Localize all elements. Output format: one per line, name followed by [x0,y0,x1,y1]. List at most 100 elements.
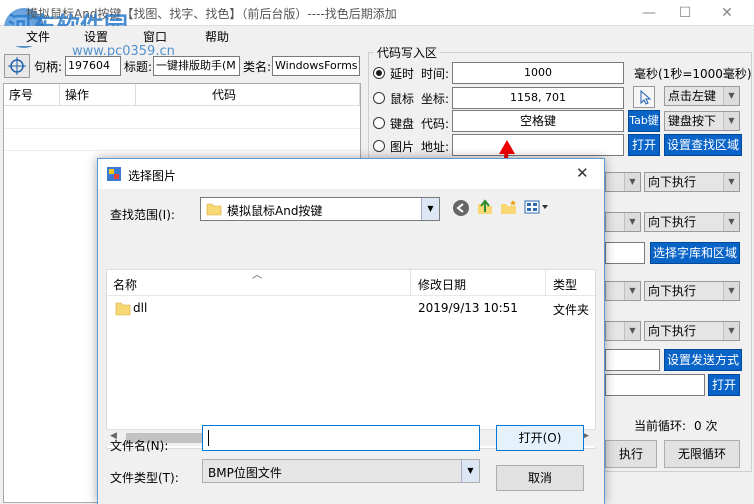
dialog-title-bar: 选择图片 ✕ [98,159,604,189]
filename-label: 文件名(N): [110,439,169,453]
column-divider [410,270,411,296]
radio-delay[interactable] [373,67,385,79]
menu-help[interactable]: 帮助 [205,28,229,45]
chevron-down-icon: ▼ [461,460,479,482]
radio-mouse[interactable] [373,92,385,104]
file-row[interactable]: dll 2019/9/13 10:51 文件夹 [107,296,595,320]
open-file-button[interactable]: 打开 [708,374,740,396]
column-header-type[interactable]: 类型 [553,276,577,293]
execute-button[interactable]: 执行 [605,440,657,468]
column-header-index[interactable]: 序号 [4,84,60,106]
chevron-down-icon: ▼ [624,173,640,191]
handle-label: 句柄: [34,60,63,74]
dialog-cancel-button[interactable]: 取消 [496,465,584,491]
folder-icon [206,203,222,216]
exec-mode-select-3[interactable]: 向下执行 ▼ [644,281,740,301]
handle-field[interactable]: 197604 [65,56,121,76]
time-input[interactable]: 1000 [452,62,624,84]
image-path-input[interactable] [452,134,624,156]
chevron-down-icon: ▼ [723,173,739,191]
crosshair-finder-button[interactable] [4,54,30,78]
chevron-down-icon: ▼ [421,198,439,220]
title-label: 标题: [124,60,153,74]
mouse-action-select[interactable]: 点击左键 ▼ [664,86,740,106]
file-type: 文件夹 [553,303,590,317]
chevron-down-icon: ▼ [624,322,640,340]
menu-file[interactable]: 文件 [26,28,50,45]
exec-mode-value: 向下执行 [648,324,697,338]
select-image-dialog: 选择图片 ✕ 查找范围(I): 模拟鼠标And按键 ▼ ︿ 名称 修改日期 类型… [97,158,605,504]
chevron-down-icon: ▼ [723,282,739,300]
exec-mode-select-4[interactable]: 向下执行 ▼ [644,321,740,341]
exec-mode-value: 向下执行 [648,284,697,298]
dialog-title: 选择图片 [128,169,177,183]
coord-label: 坐标: [421,92,450,106]
exec-select-left[interactable]: ▼ [605,281,641,301]
menu-settings[interactable]: 设置 [84,28,108,45]
file-list[interactable]: ︿ 名称 修改日期 类型 dll 2019/9/13 10:51 文件夹 [106,269,596,449]
exec-select-left[interactable]: ▼ [605,321,641,341]
filename-input[interactable] [202,425,480,451]
file-date: 2019/9/13 10:51 [418,301,518,315]
font-lib-field[interactable] [605,242,645,264]
lookin-value: 模拟鼠标And按键 [227,204,323,218]
filetype-label: 文件类型(T): [110,471,179,485]
chevron-down-icon: ▼ [723,213,739,231]
open-image-button[interactable]: 打开 [628,134,660,156]
file-name: dll [133,301,148,315]
grid-line [4,150,360,151]
key-code-input[interactable]: 空格键 [452,110,624,132]
chevron-down-icon: ▼ [723,322,739,340]
dialog-close-icon[interactable]: ✕ [576,164,589,182]
current-loop-value: 0 次 [694,419,718,433]
exec-mode-select-2[interactable]: 向下执行 ▼ [644,212,740,232]
code-label: 代码: [421,117,450,131]
code-group-title: 代码写入区 [374,44,441,61]
key-action-select[interactable]: 键盘按下 ▼ [664,111,740,131]
back-icon[interactable] [452,199,470,217]
send-field[interactable] [605,349,660,371]
pick-coord-button[interactable] [633,86,655,108]
column-header-date[interactable]: 修改日期 [418,276,466,293]
exec-select-left[interactable]: ▼ [605,172,641,192]
close-icon[interactable]: ✕ [712,2,742,24]
minimize-icon[interactable]: — [634,2,664,24]
radio-keyboard-label: 键盘 [390,117,415,131]
class-label: 类名: [243,60,272,74]
exec-mode-value: 向下执行 [648,215,697,229]
column-header-code[interactable]: 代码 [136,84,360,106]
tab-key-button[interactable]: Tab键 [628,110,660,132]
radio-mouse-label: 鼠标 [390,92,415,106]
class-name-field[interactable]: WindowsForms10 [272,56,360,76]
dialog-open-button[interactable]: 打开(O) [496,425,584,451]
set-search-area-button[interactable]: 设置查找区域 [664,134,742,156]
new-folder-icon[interactable] [500,198,518,216]
column-header-name[interactable]: 名称 [113,276,137,293]
file-path-field[interactable] [605,374,705,396]
app-icon [107,167,121,181]
column-divider [545,270,546,296]
maximize-icon[interactable]: ☐ [670,2,700,24]
radio-image-label: 图片 [390,140,415,154]
radio-image[interactable] [373,140,385,152]
exec-mode-select-1[interactable]: 向下执行 ▼ [644,172,740,192]
set-send-mode-button[interactable]: 设置发送方式 [664,349,742,371]
infinite-loop-button[interactable]: 无限循环 [664,440,740,468]
view-menu-icon[interactable] [524,199,550,215]
coord-input[interactable]: 1158, 701 [452,87,624,109]
up-folder-icon[interactable] [476,198,494,216]
column-header-action[interactable]: 操作 [60,84,136,106]
window-title-field[interactable]: 一键排版助手(M [153,56,240,76]
file-list-header [107,270,595,296]
filetype-select[interactable]: BMP位图文件 ▼ [202,459,480,483]
exec-select-left[interactable]: ▼ [605,212,641,232]
radio-keyboard[interactable] [373,117,385,129]
dialog-body: 查找范围(I): 模拟鼠标And按键 ▼ ︿ 名称 修改日期 类型 dll 20… [98,189,604,504]
time-label: 时间: [421,67,450,81]
mouse-action-value: 点击左键 [668,89,717,103]
text-cursor [208,430,209,446]
lookin-select[interactable]: 模拟鼠标And按键 ▼ [200,197,440,221]
chevron-down-icon: ▼ [624,282,640,300]
menu-window[interactable]: 窗口 [143,28,167,45]
select-font-area-button[interactable]: 选择字库和区域 [650,242,740,264]
